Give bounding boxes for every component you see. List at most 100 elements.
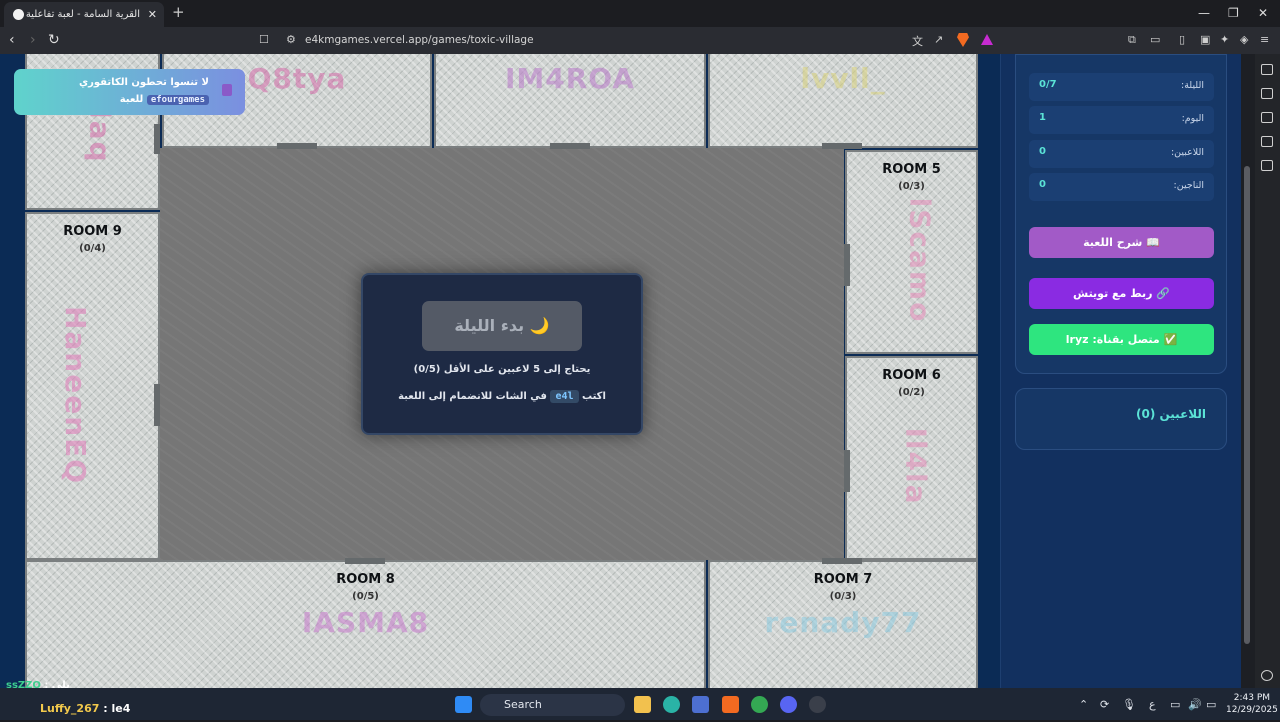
stat-row-night: الليلة: 0/7 xyxy=(1029,73,1214,101)
translate-icon[interactable]: 文 xyxy=(912,33,923,49)
taskbar-clock[interactable]: 2:43 PM 12/29/2025 xyxy=(1226,692,1278,716)
connected-channel-button[interactable]: ✅ متصل بقناة: lryz xyxy=(1029,324,1214,355)
language-indicator[interactable]: ع xyxy=(1149,698,1156,711)
door xyxy=(844,450,850,492)
room-title: ROOM 6 xyxy=(882,368,941,383)
door xyxy=(154,124,160,154)
sync-icon[interactable]: ⟳ xyxy=(1100,698,1109,711)
tab-favicon-icon xyxy=(13,9,24,20)
game-page: llaq Q8tya IM4ROA lvvll_ ROOM 9 (0/4) Ha… xyxy=(0,54,1255,688)
browser-side-panel xyxy=(1255,54,1280,688)
taskbar-search[interactable]: Search xyxy=(480,694,625,716)
room-5: ROOM 5 (0/3) lScamo xyxy=(845,150,978,354)
room-count: (0/3) xyxy=(829,591,857,602)
clock-time: 2:43 PM xyxy=(1233,693,1271,703)
leo-ai-icon[interactable] xyxy=(1261,64,1273,75)
stat-value: 0 xyxy=(1039,179,1046,190)
start-night-button[interactable]: بدء الليلة 🌙 xyxy=(422,301,582,351)
settings-gear-icon[interactable] xyxy=(1261,670,1273,681)
stat-label: اللاعبين: xyxy=(1170,147,1204,158)
sidebar-toggle-icon[interactable]: ▯ xyxy=(1179,33,1185,46)
share-icon[interactable]: ↗ xyxy=(934,33,943,46)
link-twitch-button[interactable]: 🔗 ربط مع تويتش xyxy=(1029,278,1214,309)
door xyxy=(844,244,850,286)
join-code: e4l xyxy=(550,390,579,403)
chat-line: Luffy_267 : le4 xyxy=(40,702,130,722)
close-window-button[interactable]: ✕ xyxy=(1258,6,1268,20)
players-list-card: اللاعبين (0) xyxy=(1015,388,1227,450)
vpn-icon[interactable]: ◈ xyxy=(1240,33,1248,46)
microphone-icon[interactable]: 🎙 xyxy=(1122,698,1136,711)
room-9: ROOM 9 (0/4) HaneenEQ xyxy=(25,212,160,560)
join-suffix: في الشات للانضمام إلى اللعبة xyxy=(398,391,547,402)
network-icon[interactable]: ▭ xyxy=(1170,698,1180,711)
tab-bar: القرية السامة - لعبة تفاعلية ✕ + — ❐ ✕ xyxy=(0,0,1280,27)
room-count: (0/5) xyxy=(352,591,379,602)
battery-icon[interactable]: ▭ xyxy=(1206,698,1216,711)
app-icon[interactable] xyxy=(809,696,826,713)
banner-suffix: للعبة xyxy=(119,94,144,105)
new-tab-button[interactable]: + xyxy=(172,3,185,21)
megaphone-icon xyxy=(222,84,232,96)
extensions-icon[interactable]: ⧉ xyxy=(1128,33,1136,47)
menu-icon[interactable]: ≡ xyxy=(1260,33,1269,46)
leo-icon[interactable]: ✦ xyxy=(1220,33,1229,46)
start-night-label: بدء الليلة xyxy=(454,316,525,335)
stat-value: 0/7 xyxy=(1039,79,1057,90)
stat-value: 0 xyxy=(1039,146,1046,157)
stat-row-day: اليوم: 1 xyxy=(1029,106,1214,134)
minimize-button[interactable]: — xyxy=(1198,6,1210,20)
players-title: اللاعبين (0) xyxy=(1135,407,1206,421)
room-player-name: IM4ROA xyxy=(504,62,636,95)
clock-date: 12/29/2025 xyxy=(1226,705,1278,715)
scrollbar-thumb[interactable] xyxy=(1244,166,1250,644)
room-title: ROOM 7 xyxy=(813,572,873,587)
browser-tab[interactable]: القرية السامة - لعبة تفاعلية ✕ xyxy=(4,2,164,27)
wallet-panel-icon[interactable] xyxy=(1261,112,1273,123)
bookmark-icon[interactable]: ☐ xyxy=(259,33,269,46)
stat-row-survivors: الناجين: 0 xyxy=(1029,173,1214,201)
stat-value: 1 xyxy=(1039,112,1046,123)
page-scrollbar[interactable] xyxy=(1241,54,1255,688)
wallet-icon[interactable]: ▣ xyxy=(1200,33,1210,46)
reading-list-icon[interactable] xyxy=(1261,88,1273,99)
room-player-name: Il4la xyxy=(899,427,933,506)
address-bar[interactable]: e4kmgames.vercel.app/games/toxic-village xyxy=(305,34,534,46)
history-icon[interactable] xyxy=(1261,136,1273,147)
brave-taskbar-icon[interactable] xyxy=(722,696,739,713)
windows-start-icon[interactable] xyxy=(455,696,472,713)
maximize-button[interactable]: ❐ xyxy=(1228,6,1239,20)
room-8: ROOM 8 (0/5) IASMA8 xyxy=(25,560,706,688)
chrome-icon[interactable] xyxy=(751,696,768,713)
forward-icon[interactable]: › xyxy=(30,32,36,48)
tray-chevron-icon[interactable]: ⌃ xyxy=(1079,698,1088,711)
bookmarks-panel-icon[interactable] xyxy=(1261,160,1273,171)
room-player-name: HaneenEQ xyxy=(59,305,93,486)
file-explorer-icon[interactable] xyxy=(634,696,651,713)
room-player-name: renady77 xyxy=(764,606,922,639)
room-player-name: IASMA8 xyxy=(301,606,430,639)
moon-icon: 🌙 xyxy=(529,316,550,335)
door xyxy=(154,384,160,426)
door xyxy=(550,143,590,149)
room-title: ROOM 5 xyxy=(882,162,941,177)
door xyxy=(345,558,385,564)
reload-icon[interactable]: ↻ xyxy=(48,32,60,48)
discord-icon[interactable] xyxy=(780,696,797,713)
door xyxy=(822,558,862,564)
explain-game-button[interactable]: 📖 شرح اللعبة xyxy=(1029,227,1214,258)
stat-label: اليوم: xyxy=(1181,113,1204,124)
back-icon[interactable]: ‹ xyxy=(9,32,15,48)
banner-text: لا تنسوا تحطون الكاتقوري xyxy=(78,77,209,88)
site-info-icon[interactable]: ⚙ xyxy=(286,33,296,46)
tab-search-icon[interactable]: ▭ xyxy=(1150,33,1160,46)
edge-icon[interactable] xyxy=(663,696,680,713)
min-players-text: يحتاج إلى 5 لاعبين على الأقل (0/5) xyxy=(413,364,591,375)
door xyxy=(822,143,862,149)
banner-text-line2: efourgames للعبة xyxy=(120,94,209,105)
tab-close-icon[interactable]: ✕ xyxy=(148,2,157,27)
search-label: Search xyxy=(504,698,542,711)
store-icon[interactable] xyxy=(692,696,709,713)
volume-icon[interactable]: 🔊 xyxy=(1188,698,1202,711)
brave-rewards-icon[interactable] xyxy=(981,34,993,45)
